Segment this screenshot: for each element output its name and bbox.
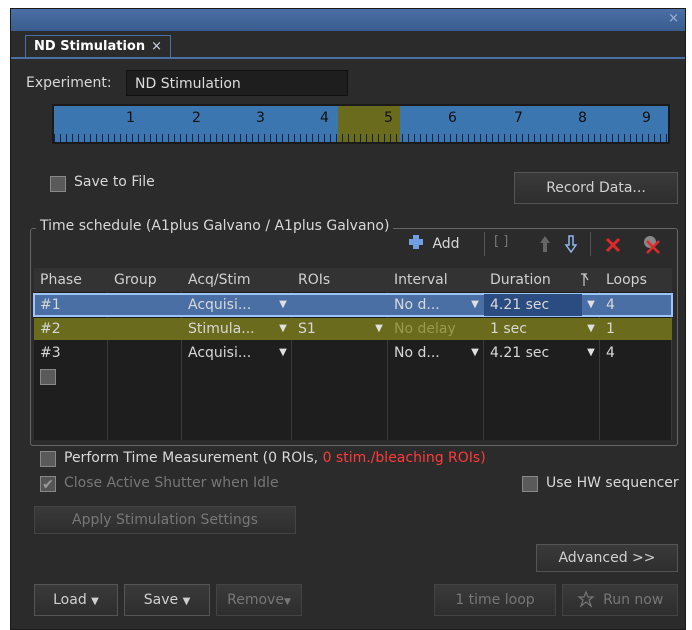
load-button[interactable]: Load ▼ (34, 584, 118, 616)
chevron-down-icon[interactable]: ▼ (274, 294, 292, 316)
chevron-down-icon[interactable]: ▼ (370, 318, 388, 340)
header-rois[interactable]: ROIs (298, 268, 330, 292)
run-icon (576, 590, 595, 608)
save-to-file-checkbox[interactable] (50, 176, 66, 192)
chevron-down-icon[interactable]: ▼ (274, 318, 292, 340)
chevron-down-icon[interactable]: ▼ (582, 294, 600, 316)
arrow-up-icon[interactable] (538, 234, 552, 254)
bracket-icon[interactable]: [ ] (494, 234, 508, 249)
apply-stimulation-button[interactable]: Apply Stimulation Settings (34, 506, 296, 534)
chevron-down-icon: ▼ (182, 596, 191, 607)
load-label: Load (53, 592, 87, 608)
chevron-down-icon[interactable]: ▼ (466, 342, 484, 364)
cell-phase: #1 (40, 297, 61, 313)
ruler-label: 1 (126, 110, 135, 126)
perform-time-measurement-checkbox[interactable] (40, 451, 56, 467)
cell-loops[interactable]: 4 (600, 342, 672, 364)
experiment-field[interactable]: ND Stimulation (126, 70, 348, 96)
delete-icon[interactable] (604, 236, 622, 254)
time-schedule-table[interactable]: Phase Group Acq/Stim ROIs Interval Durat… (33, 268, 673, 440)
record-data-button[interactable]: Record Data... (514, 172, 678, 204)
run-now-label: Run now (603, 592, 664, 608)
tab-title: ND Stimulation (34, 39, 146, 54)
run-now-button[interactable]: Run now (562, 584, 678, 616)
cell-interval[interactable]: No d... (388, 294, 466, 316)
cell-duration[interactable]: 1 sec (484, 318, 582, 340)
close-shutter-checkbox[interactable]: ✔ (40, 476, 56, 493)
checkmark-icon: ✔ (42, 477, 54, 493)
add-icon (409, 235, 423, 249)
cell-rois[interactable]: S1 (292, 318, 370, 340)
time-loop-button[interactable]: 1 time loop (434, 584, 556, 616)
ruler-label: 3 (256, 110, 265, 126)
cell-loops[interactable]: 4 (600, 294, 672, 316)
remove-label: Remove (227, 592, 284, 608)
header-phase[interactable]: Phase (40, 268, 82, 292)
pin-icon[interactable] (578, 272, 590, 288)
phase-ruler[interactable]: 1 2 3 4 5 6 7 8 9 (52, 104, 670, 144)
new-phase-checkbox[interactable] (40, 369, 56, 385)
ruler-label: 5 (384, 110, 393, 126)
perform-label-text: Perform Time Measurement (0 ROIs, (64, 450, 323, 466)
window-titlebar[interactable]: × (11, 9, 685, 31)
experiment-label: Experiment: (26, 75, 112, 91)
ruler-label: 8 (578, 110, 587, 126)
tab-underline (11, 57, 685, 59)
cell-interval[interactable]: No d... (388, 342, 466, 364)
header-acq-stim[interactable]: Acq/Stim (188, 268, 251, 292)
header-group[interactable]: Group (114, 268, 157, 292)
header-loops[interactable]: Loops (606, 268, 647, 292)
ruler-label: 2 (192, 110, 201, 126)
cell-acq-stim[interactable]: Acquisi... (182, 294, 274, 316)
close-shutter-label: Close Active Shutter when Idle (64, 475, 279, 491)
header-interval[interactable]: Interval (394, 268, 448, 292)
hw-sequencer-label: Use HW sequencer (546, 475, 679, 491)
header-duration[interactable]: Duration (490, 268, 551, 292)
ruler-label: 9 (642, 110, 651, 126)
remove-button[interactable]: Remove▼ (216, 584, 302, 616)
cell-loops[interactable]: 1 (600, 318, 672, 340)
arrow-down-icon[interactable] (564, 234, 578, 254)
ruler-ticks (54, 134, 668, 142)
cell-acq-stim[interactable]: Acquisi... (182, 342, 274, 364)
chevron-down-icon[interactable]: ▼ (466, 294, 484, 316)
cell-phase: #3 (40, 345, 61, 361)
perform-label-warning: 0 stim./bleaching ROIs) (322, 450, 486, 466)
cell-interval[interactable]: No delay (388, 318, 484, 340)
chevron-down-icon[interactable]: ▼ (582, 318, 600, 340)
chevron-down-icon: ▼ (283, 597, 291, 607)
ruler-label: 6 (448, 110, 457, 126)
toolbar-divider (590, 232, 591, 256)
window-close-icon[interactable]: × (668, 11, 679, 26)
add-label: Add (432, 236, 460, 252)
delete-all-icon[interactable] (642, 234, 662, 254)
save-to-file-label: Save to File (74, 174, 155, 190)
table-row-new[interactable] (34, 366, 672, 388)
cell-phase: #2 (40, 321, 61, 337)
tab-nd-stimulation[interactable]: ND Stimulation × (25, 35, 172, 58)
save-label: Save (143, 592, 179, 608)
advanced-button[interactable]: Advanced >> (536, 544, 678, 572)
cell-duration[interactable]: 4.21 sec (484, 342, 582, 364)
ruler-label: 4 (320, 110, 329, 126)
save-button[interactable]: Save ▼ (124, 584, 210, 616)
time-schedule-title: Time schedule (A1plus Galvano / A1plus G… (36, 218, 394, 234)
chevron-down-icon[interactable]: ▼ (582, 342, 600, 364)
cell-duration[interactable]: 4.21 sec (484, 294, 582, 316)
toolbar-divider (484, 232, 485, 256)
perform-time-measurement-label: Perform Time Measurement (0 ROIs, 0 stim… (64, 450, 486, 466)
table-row[interactable]: #3 Acquisi... ▼ No d... ▼ 4.21 sec ▼ 4 (34, 342, 672, 364)
chevron-down-icon: ▼ (91, 596, 99, 607)
hw-sequencer-checkbox[interactable] (522, 476, 538, 492)
ruler-label: 7 (514, 110, 523, 126)
tab-close-icon[interactable]: × (151, 39, 162, 54)
add-button[interactable]: Add (408, 234, 460, 254)
chevron-down-icon[interactable]: ▼ (274, 342, 292, 364)
table-row[interactable]: #1 Acquisi... ▼ No d... ▼ 4.21 sec ▼ 4 (33, 293, 673, 317)
table-row[interactable]: #2 Stimula... ▼ S1 ▼ No delay 1 sec ▼ 1 (34, 318, 672, 340)
cell-acq-stim[interactable]: Stimula... (182, 318, 274, 340)
